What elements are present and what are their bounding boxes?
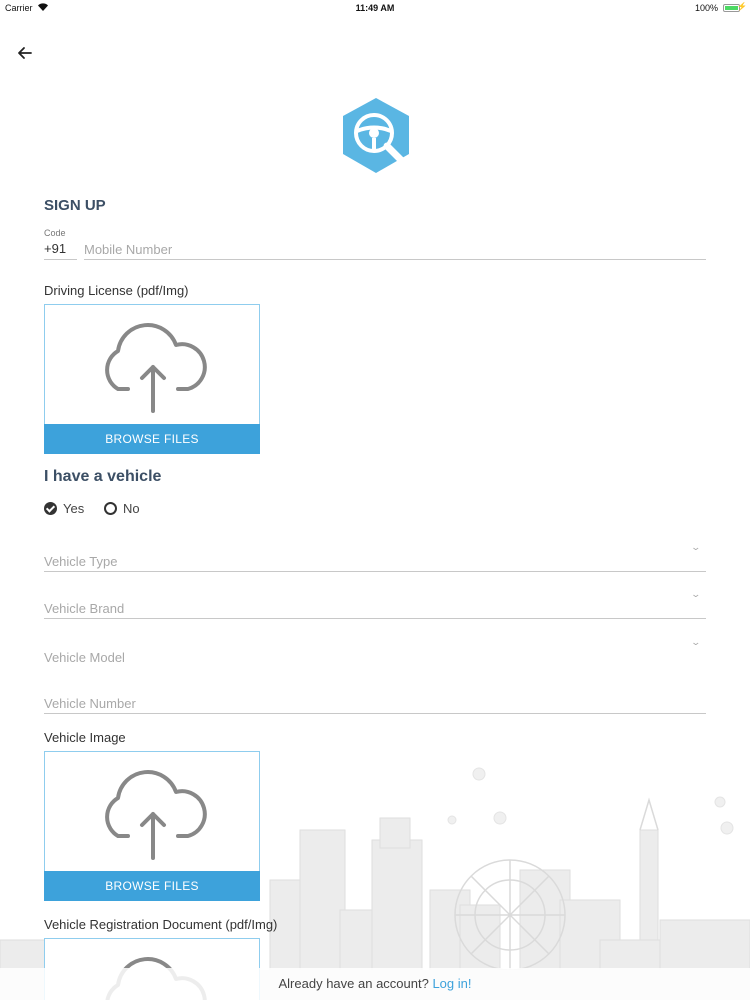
vehicle-question-heading: I have a vehicle — [44, 468, 162, 485]
vehicle-number-input[interactable]: Vehicle Number — [44, 692, 706, 714]
vehicle-brand-placeholder: Vehicle Brand — [44, 601, 125, 616]
cloud-upload-icon — [105, 770, 207, 860]
chevron-down-icon: ⌄ — [690, 637, 702, 647]
status-time: 11:49 AM — [355, 3, 395, 13]
chevron-down-icon: ⌄ — [690, 542, 702, 552]
chevron-down-icon: ⌄ — [690, 589, 702, 599]
radio-no-label: No — [123, 500, 140, 516]
charging-icon: ⚡ — [737, 2, 747, 11]
browse-files-button[interactable]: BROWSE FILES — [44, 424, 260, 454]
page-title: SIGN UP — [44, 197, 106, 214]
login-prompt-text: Already have an account? — [278, 976, 429, 991]
vehicle-brand-select[interactable]: Vehicle Brand ⌄ — [44, 589, 706, 619]
battery-percent: 100% — [694, 3, 718, 13]
back-arrow-icon[interactable] — [14, 42, 36, 64]
login-link[interactable]: Log in! — [432, 976, 471, 991]
radio-no[interactable]: No — [104, 500, 140, 516]
vehicle-number-placeholder: Vehicle Number — [44, 696, 136, 711]
vehicle-model-placeholder: Vehicle Model — [44, 650, 125, 665]
driving-license-upload[interactable]: BROWSE FILES — [44, 304, 260, 454]
vehicle-image-label: Vehicle Image — [44, 730, 126, 745]
browse-files-button[interactable]: BROWSE FILES — [44, 871, 260, 901]
radio-yes[interactable]: Yes — [44, 500, 84, 516]
radio-yes-label: Yes — [63, 500, 85, 516]
registration-document-label: Vehicle Registration Document (pdf/Img) — [44, 917, 278, 932]
country-code-field[interactable]: +91 — [44, 241, 77, 260]
vehicle-image-upload[interactable]: BROWSE FILES — [44, 751, 260, 901]
driving-license-label: Driving License (pdf/Img) — [44, 283, 189, 298]
cloud-upload-icon — [105, 323, 207, 413]
status-bar: Carrier 11:49 AM 100% ⚡ — [0, 0, 750, 16]
app-logo-icon — [343, 98, 409, 173]
country-code-label: Code — [44, 228, 66, 238]
login-prompt: Already have an account? Log in! — [0, 976, 750, 991]
mobile-number-input[interactable] — [84, 240, 706, 260]
radio-unchecked-icon — [104, 501, 117, 515]
vehicle-type-select[interactable]: Vehicle Type ⌄ — [44, 542, 706, 572]
radio-checked-icon — [44, 501, 57, 515]
vehicle-model-select[interactable]: Vehicle Model ⌄ — [44, 637, 706, 667]
vehicle-type-placeholder: Vehicle Type — [44, 554, 118, 569]
